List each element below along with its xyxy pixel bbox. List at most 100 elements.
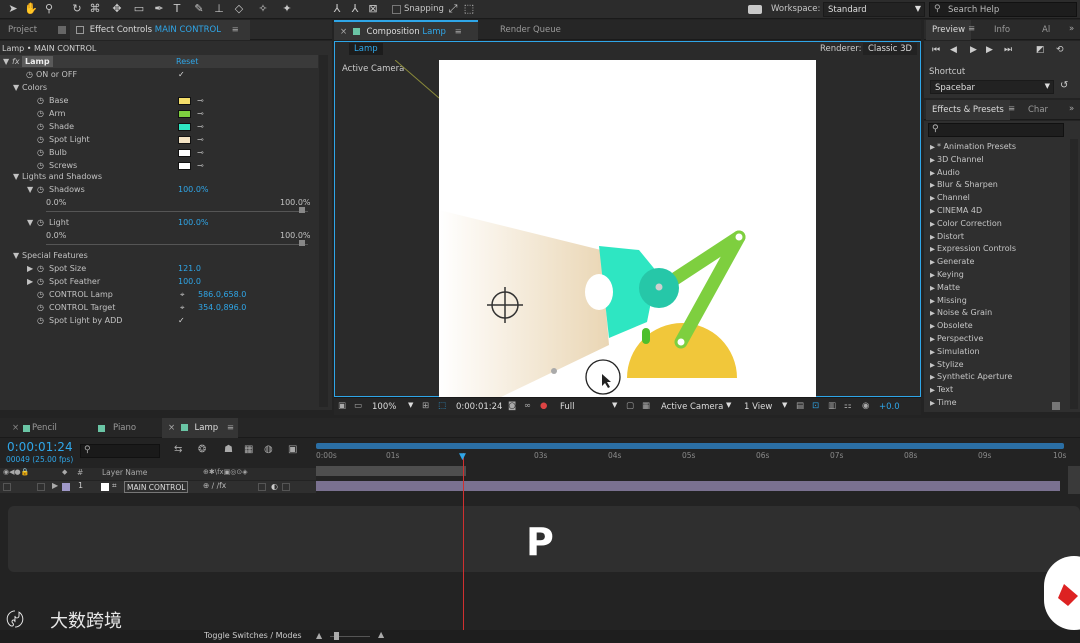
effects-list-item[interactable]: ▶ Stylize xyxy=(930,358,964,371)
workspace-dropdown[interactable]: Standard ▼ xyxy=(823,2,925,17)
next-frame-icon[interactable]: ▶ xyxy=(986,45,993,55)
stopwatch-icon[interactable]: ◷ xyxy=(37,107,44,120)
effects-list-item[interactable]: ▶ CINEMA 4D xyxy=(930,204,982,217)
chevron-down-icon[interactable]: ▼ xyxy=(726,401,731,409)
composition-viewer[interactable]: Lamp Renderer: Classic 3D Active Camera xyxy=(334,41,921,398)
layer-name-header[interactable]: Layer Name xyxy=(102,468,147,477)
stopwatch-icon[interactable]: ◷ xyxy=(37,183,44,196)
spot-by-add-checkbox[interactable]: ✓ xyxy=(178,316,185,325)
stopwatch-icon[interactable]: ◷ xyxy=(37,146,44,159)
effects-list-item[interactable]: ▶ Missing xyxy=(930,294,967,307)
mute-audio-icon[interactable]: ◩ xyxy=(1036,45,1045,55)
effects-list-item[interactable]: ▶ Perspective xyxy=(930,332,983,345)
scrollbar[interactable] xyxy=(1070,139,1078,409)
effects-list-item[interactable]: ▶ Text xyxy=(930,383,953,396)
effects-search-input[interactable]: ⚲ xyxy=(928,123,1064,137)
work-area-bar[interactable] xyxy=(316,443,1064,449)
timeline-scrollbar[interactable] xyxy=(1068,466,1080,494)
effects-list-item[interactable]: ▶ Noise & Grain xyxy=(930,306,992,319)
zoom-in-icon[interactable]: ▲ xyxy=(378,630,384,639)
fast-preview-icon[interactable]: ⊡ xyxy=(812,401,819,411)
roto-brush-tool-icon[interactable]: ✧ xyxy=(256,2,270,16)
camera-tool-icon[interactable]: ⌘ xyxy=(88,2,102,16)
zoom-out-icon[interactable]: ▲ xyxy=(316,631,322,640)
effects-list-item[interactable]: ▶ Audio xyxy=(930,166,960,179)
visibility-icon[interactable]: ◉◀●🔒 xyxy=(3,468,29,476)
stopwatch-icon[interactable]: ◷ xyxy=(37,216,44,229)
effects-list-item[interactable]: ▶ Keying xyxy=(930,268,964,281)
comp-navigator-tab[interactable]: Lamp xyxy=(349,43,383,55)
toggle-pixel-icon[interactable]: ▤ xyxy=(796,401,804,411)
menu-icon[interactable]: ≡ xyxy=(232,25,239,35)
light-value[interactable]: 100.0% xyxy=(178,216,209,229)
show-snapshot-icon[interactable]: ∞ xyxy=(524,401,531,411)
timeline-timecode[interactable]: 0:00:01:24 xyxy=(7,440,73,454)
new-folder-icon[interactable] xyxy=(1052,402,1060,410)
hand-tool-icon[interactable]: ✋ xyxy=(24,2,38,16)
menu-icon[interactable]: ≡ xyxy=(455,27,462,37)
effects-list-item[interactable]: ▶ * Animation Presets xyxy=(930,140,1016,153)
shadows-value[interactable]: 100.0% xyxy=(178,183,209,196)
chevron-down-icon[interactable]: ▼ xyxy=(782,401,787,409)
expand-arrow-icon[interactable]: ▼ xyxy=(27,183,33,196)
motion-blur-switch-icon[interactable]: ◐ xyxy=(271,482,278,491)
tab-effects-presets[interactable]: Effects & Presets xyxy=(926,100,1010,120)
crosshair-icon[interactable]: ⌖ xyxy=(180,301,185,314)
color-swatch[interactable] xyxy=(178,136,191,144)
eyedropper-icon[interactable]: ⊸ xyxy=(197,110,212,118)
lock-icon[interactable] xyxy=(58,26,66,34)
axis-world-icon[interactable]: ⅄ xyxy=(348,2,362,16)
overflow-icon[interactable]: » xyxy=(1069,24,1074,34)
color-swatch[interactable] xyxy=(178,110,191,118)
type-tool-icon[interactable]: T xyxy=(170,2,184,16)
playhead-handle-icon[interactable]: ▼ xyxy=(459,452,466,462)
frame-blending-icon[interactable]: ▦ xyxy=(244,444,253,455)
shortcut-dropdown[interactable]: Spacebar ▼ xyxy=(930,80,1054,94)
effects-list-item[interactable]: ▶ Distort xyxy=(930,230,964,243)
channel-icon[interactable]: ● xyxy=(540,401,547,411)
chevron-down-icon[interactable]: ▼ xyxy=(408,401,413,409)
rectangle-tool-icon[interactable]: ▭ xyxy=(132,2,146,16)
light-slider[interactable] xyxy=(46,244,308,245)
reset-icon[interactable]: ↺ xyxy=(1060,80,1068,91)
stopwatch-icon[interactable]: ◷ xyxy=(37,94,44,107)
last-frame-icon[interactable]: ⏭ xyxy=(1004,45,1012,55)
motion-blur-icon[interactable]: ◍ xyxy=(264,444,273,455)
timeline-tab-lamp[interactable]: × Lamp ≡ xyxy=(162,418,238,438)
tab-info[interactable]: Info xyxy=(988,20,1016,40)
tab-preview[interactable]: Preview xyxy=(926,20,972,40)
effect-name[interactable]: Lamp xyxy=(22,56,53,67)
region-icon[interactable]: ⬚ xyxy=(438,401,446,411)
tab-character[interactable]: Char xyxy=(1022,100,1054,120)
puppet-tool-icon[interactable]: ✦ xyxy=(280,2,294,16)
tab-ai[interactable]: Al xyxy=(1036,20,1056,40)
search-help-input[interactable]: ⚲ Search Help xyxy=(929,2,1077,17)
expand-arrow-icon[interactable]: ▼ xyxy=(13,170,19,183)
workspace-icon[interactable] xyxy=(748,5,762,14)
stopwatch-icon[interactable]: ◷ xyxy=(37,301,44,314)
fx-icon[interactable]: fx xyxy=(12,55,20,68)
layer-switches-icon[interactable]: ⊕ ∕ ∕fx xyxy=(203,481,226,490)
renderer-value[interactable]: Classic 3D xyxy=(863,43,918,55)
stopwatch-icon[interactable]: ◷ xyxy=(26,68,33,81)
comp-timecode[interactable]: 0:00:01:24 xyxy=(456,402,502,412)
effects-list-item[interactable]: ▶ 3D Channel xyxy=(930,153,984,166)
label-icon[interactable]: ◆ xyxy=(62,468,67,476)
overflow-icon[interactable]: » xyxy=(1069,104,1074,114)
transparency-grid-icon[interactable]: ▦ xyxy=(642,401,650,411)
comp-mini-flowchart-icon[interactable]: ⇆ xyxy=(174,444,182,455)
color-swatch[interactable] xyxy=(178,123,191,131)
expand-arrow-icon[interactable]: ▼ xyxy=(13,81,19,94)
eyedropper-icon[interactable]: ⊸ xyxy=(197,149,212,157)
layer-name[interactable]: MAIN CONTROL xyxy=(124,481,189,493)
first-frame-icon[interactable]: ⏮ xyxy=(932,45,940,55)
eyedropper-icon[interactable]: ⊸ xyxy=(197,162,212,170)
eyedropper-icon[interactable]: ⊸ xyxy=(197,123,212,131)
stopwatch-icon[interactable]: ◷ xyxy=(37,133,44,146)
expand-arrow-icon[interactable]: ▼ xyxy=(27,216,33,229)
tab-effect-controls[interactable]: Effect Controls MAIN CONTROL ≡ xyxy=(70,20,250,40)
effects-list-item[interactable]: ▶ Expression Controls xyxy=(930,242,1016,255)
tab-project[interactable]: Project xyxy=(2,20,43,40)
snap-feature-icon[interactable]: ⤢ xyxy=(446,2,460,16)
shadows-slider[interactable] xyxy=(46,211,308,212)
